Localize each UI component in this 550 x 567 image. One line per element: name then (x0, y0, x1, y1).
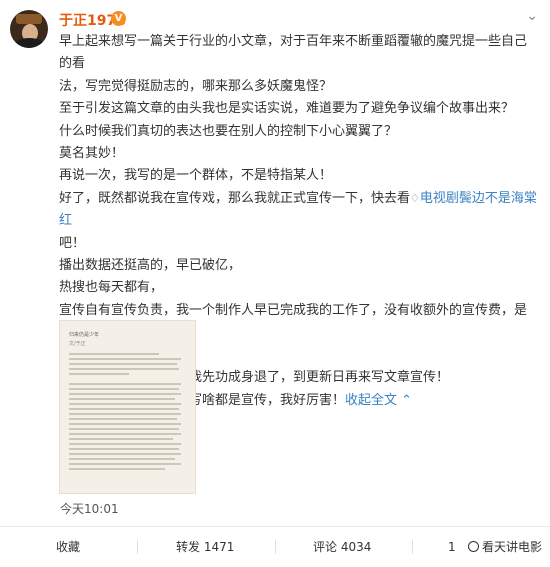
doc-line (69, 363, 177, 365)
doc-line (69, 373, 129, 375)
post-time[interactable]: 今天10:01 (60, 500, 119, 517)
doc-line (69, 423, 181, 425)
divider (412, 540, 413, 554)
chevron-up-icon: ⌃ (401, 392, 413, 408)
article-image[interactable]: 归来仍是少年 文/于正 (59, 320, 196, 494)
repost-button[interactable]: 转发 1471 (176, 527, 234, 567)
text-line: 法，写完觉得挺励志的，哪来那么多妖魔鬼怪？ (59, 78, 333, 94)
text-line: 至于引发这篇文章的由头我也是实话实说，难道要为了避免争议编个故事出来？ (59, 101, 515, 117)
doc-line (69, 398, 175, 400)
logo-icon (467, 541, 479, 552)
doc-line (69, 408, 179, 410)
divider (275, 540, 276, 554)
like-button[interactable]: 1 (448, 527, 456, 567)
doc-line (69, 368, 179, 370)
divider (137, 540, 138, 554)
doc-line (69, 468, 165, 470)
collapse-label: 收起全文 (345, 392, 398, 408)
text-line: 吧！ (59, 235, 86, 251)
watermark-text: 看天讲电影 (481, 540, 542, 554)
text-line: 热搜也每天都有， (59, 280, 164, 296)
doc-line (69, 358, 181, 360)
doc-line (69, 413, 181, 415)
text-line: 早上起来想写一篇关于行业的小文章，对于百年来不断重蹈覆辙的魔咒提一些自己的看 (59, 34, 528, 72)
text-line: 什么时候我们真切的表达也要在别人的控制下小心翼翼了？ (59, 123, 398, 139)
doc-line (69, 388, 179, 390)
doc-line (69, 448, 179, 450)
doc-line (69, 438, 173, 440)
comment-button[interactable]: 评论 4034 (313, 527, 371, 567)
text-line: 再说一次，我写的是一个群体，不是特指某人！ (59, 168, 333, 184)
text-line: 播出数据还挺高的，早已破亿， (59, 258, 242, 274)
doc-line (69, 458, 175, 460)
avatar[interactable] (10, 10, 48, 48)
doc-line (69, 433, 181, 435)
doc-line (69, 443, 181, 445)
weibo-post: 于正1978 V ⌄ 早上起来想写一篇关于行业的小文章，对于百年来不断重蹈覆辙的… (0, 0, 550, 567)
doc-line (69, 463, 181, 465)
chevron-down-icon[interactable]: ⌄ (526, 8, 538, 24)
doc-line (69, 403, 181, 405)
doc-line (69, 393, 181, 395)
favorite-button[interactable]: 收藏 (56, 527, 80, 567)
action-bar: 收藏 转发 1471 评论 4034 1 看天讲电影 (0, 527, 550, 567)
doc-author: 文/于正 (69, 341, 86, 347)
promo-text: 好了，既然都说我在宣传戏，那么我就正式宣传一下，快去看 (59, 190, 411, 206)
verified-badge: V (111, 11, 126, 26)
doc-line (69, 428, 179, 430)
doc-line (69, 453, 181, 455)
text-line: 莫名其妙！ (59, 146, 125, 162)
doc-line (69, 383, 181, 385)
doc-line (69, 353, 159, 355)
watermark: 看天讲电影 (467, 527, 542, 567)
collapse-link[interactable]: 收起全文 ⌃ (345, 393, 412, 408)
doc-line (69, 418, 177, 420)
doc-title: 归来仍是少年 (69, 332, 100, 338)
promo-line: 好了，既然都说我在宣传戏，那么我就正式宣传一下，快去看♢电视剧鬓边不是海棠红 (59, 188, 539, 233)
diamond-link-icon: ♢ (410, 191, 420, 205)
